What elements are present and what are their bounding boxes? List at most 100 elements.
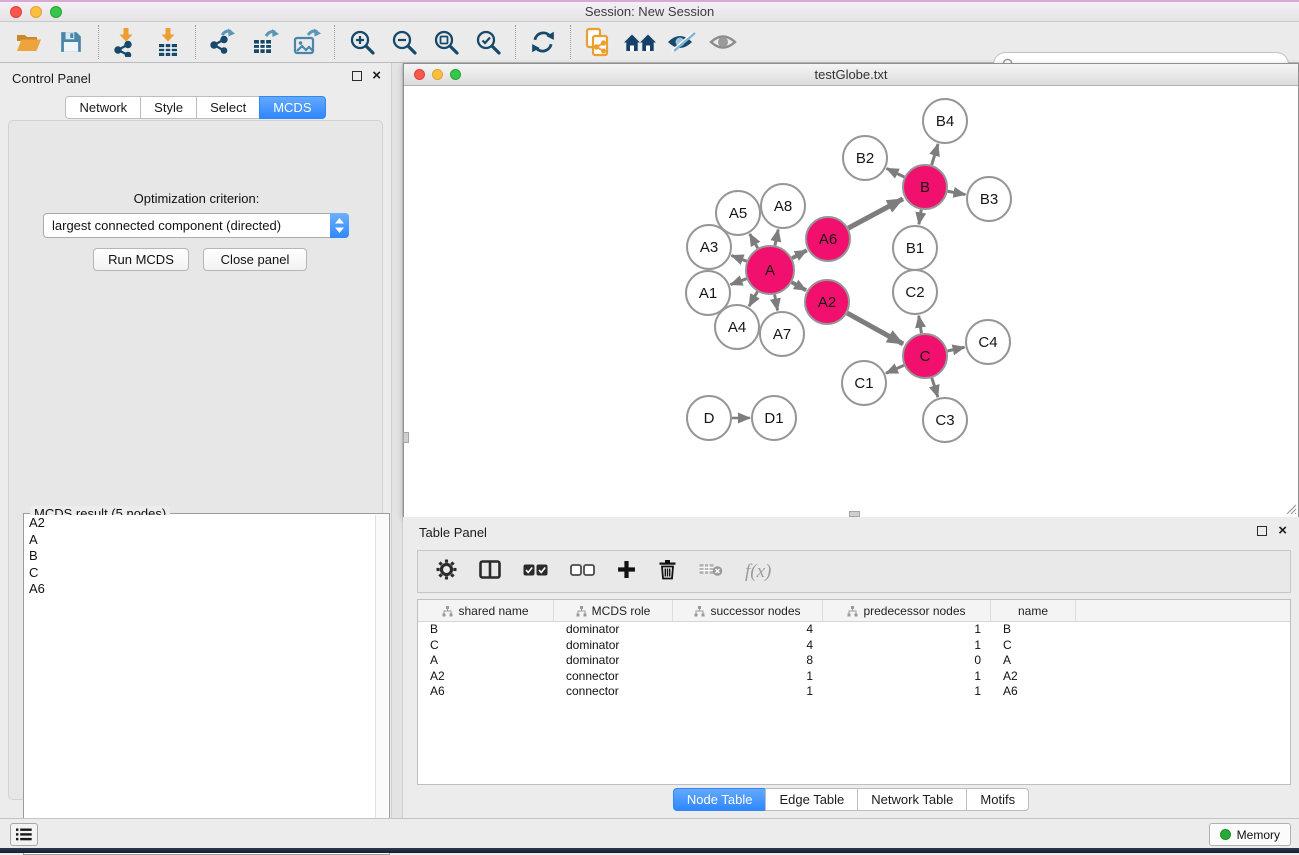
result-item[interactable]: B: [25, 548, 375, 565]
save-session-icon[interactable]: [50, 24, 92, 60]
result-item[interactable]: A: [25, 532, 375, 549]
graph-edge-A-A8[interactable]: [775, 230, 778, 246]
graph-node-A5[interactable]: A5: [716, 191, 760, 235]
table-row[interactable]: Bdominator41B: [418, 622, 1290, 638]
graph-node-A8[interactable]: A8: [761, 184, 805, 228]
network-vertical-scrollbar-thumb[interactable]: [403, 432, 409, 443]
select-all-icon[interactable]: [523, 563, 548, 581]
graph-node-D[interactable]: D: [687, 396, 731, 440]
tab-network[interactable]: Network: [65, 96, 141, 119]
graph-node-C2[interactable]: C2: [893, 270, 937, 314]
graph-edge-B-B2[interactable]: [887, 168, 905, 177]
import-table-icon[interactable]: [147, 24, 189, 60]
graph-edge-A-A3[interactable]: [731, 255, 746, 261]
memory-button[interactable]: Memory: [1209, 823, 1291, 846]
zoom-out-icon[interactable]: [383, 24, 425, 60]
result-item[interactable]: C: [25, 565, 375, 582]
network-minimize-button[interactable]: [432, 69, 443, 80]
zoom-fit-icon[interactable]: [425, 24, 467, 60]
tab-node-table[interactable]: Node Table: [673, 788, 767, 811]
float-panel-icon[interactable]: [352, 71, 362, 81]
table-row[interactable]: A2connector11A2: [418, 669, 1290, 685]
graph-node-A1[interactable]: A1: [686, 271, 730, 315]
column-header-predecessor-nodes[interactable]: predecessor nodes: [823, 600, 991, 622]
delete-column-icon[interactable]: [658, 559, 677, 585]
column-header-MCDS-role[interactable]: MCDS role: [554, 600, 673, 622]
network-close-button[interactable]: [414, 69, 425, 80]
tab-motifs[interactable]: Motifs: [966, 788, 1029, 811]
graph-edge-C-C2[interactable]: [919, 316, 922, 334]
graph-edge-A-A2[interactable]: [792, 282, 806, 290]
graph-edge-C-C1[interactable]: [886, 365, 904, 373]
graph-edge-B-B1[interactable]: [919, 210, 921, 225]
minimize-window-button[interactable]: [30, 6, 42, 18]
column-header-successor-nodes[interactable]: successor nodes: [673, 600, 823, 622]
graph-edge-C-C3[interactable]: [932, 378, 938, 397]
graph-node-A2[interactable]: A2: [805, 280, 849, 324]
tab-style[interactable]: Style: [140, 96, 197, 119]
network-zoom-button[interactable]: [450, 69, 461, 80]
clone-network-icon[interactable]: [577, 24, 619, 60]
close-table-panel-icon[interactable]: ×: [1278, 526, 1287, 536]
delete-table-icon[interactable]: [699, 562, 723, 582]
show-columns-icon[interactable]: [479, 560, 501, 584]
settings-gear-icon[interactable]: [436, 559, 457, 585]
add-column-icon[interactable]: [617, 560, 636, 584]
graph-node-A3[interactable]: A3: [687, 225, 731, 269]
window-resize-grip[interactable]: [1283, 501, 1297, 515]
criterion-select[interactable]: largest connected component (directed): [43, 213, 349, 238]
graph-node-B3[interactable]: B3: [967, 177, 1011, 221]
zoom-window-button[interactable]: [50, 6, 62, 18]
run-mcds-button[interactable]: Run MCDS: [93, 248, 189, 271]
column-header-name[interactable]: name: [991, 600, 1076, 622]
graph-edge-A2-C[interactable]: [847, 313, 903, 344]
task-history-button[interactable]: [10, 823, 38, 846]
tab-network-table[interactable]: Network Table: [857, 788, 967, 811]
deselect-all-icon[interactable]: [570, 563, 595, 581]
graph-edge-C-C4[interactable]: [947, 347, 964, 351]
graph-node-A4[interactable]: A4: [715, 305, 759, 349]
panel-splitter[interactable]: [391, 63, 403, 818]
graph-edge-A-A5[interactable]: [750, 234, 758, 248]
graph-edge-A-A6[interactable]: [792, 250, 807, 258]
result-list-scrollbar[interactable]: [375, 515, 388, 853]
graph-edge-A6-B[interactable]: [848, 199, 903, 228]
close-panel-icon[interactable]: ×: [372, 71, 381, 81]
graph-node-C3[interactable]: C3: [923, 398, 967, 442]
import-network-icon[interactable]: [105, 24, 147, 60]
graph-node-A[interactable]: A: [746, 246, 794, 294]
export-image-icon[interactable]: [286, 24, 328, 60]
graph-node-D1[interactable]: D1: [752, 396, 796, 440]
graph-edge-B-B3[interactable]: [948, 191, 966, 194]
export-network-icon[interactable]: [202, 24, 244, 60]
graph-node-B1[interactable]: B1: [893, 226, 937, 270]
table-row[interactable]: A6connector11A6: [418, 684, 1290, 700]
network-window-titlebar[interactable]: testGlobe.txt: [404, 64, 1298, 86]
column-header-shared-name[interactable]: shared name: [418, 600, 554, 622]
export-table-icon[interactable]: [244, 24, 286, 60]
graph-node-B2[interactable]: B2: [843, 136, 887, 180]
tab-select[interactable]: Select: [196, 96, 260, 119]
zoom-selected-icon[interactable]: [467, 24, 509, 60]
refresh-icon[interactable]: [522, 24, 564, 60]
graph-node-C[interactable]: C: [903, 334, 947, 378]
graph-edge-A-A7[interactable]: [775, 295, 778, 311]
zoom-in-icon[interactable]: [341, 24, 383, 60]
table-row[interactable]: Adominator80A: [418, 653, 1290, 669]
graph-node-B4[interactable]: B4: [923, 99, 967, 143]
graph-edge-A-A1[interactable]: [731, 279, 747, 285]
graph-node-C4[interactable]: C4: [966, 320, 1010, 364]
double-home-icon[interactable]: [619, 24, 661, 60]
function-builder-icon[interactable]: f(x): [745, 561, 771, 583]
network-canvas[interactable]: AA1A2A3A4A5A6A7A8BB1B2B3B4CC1C2C3C4DD1: [404, 86, 1298, 517]
graph-edge-A-A4[interactable]: [749, 292, 757, 307]
table-row[interactable]: Cdominator41C: [418, 638, 1290, 654]
result-item[interactable]: A6: [25, 581, 375, 598]
graph-node-B[interactable]: B: [903, 165, 947, 209]
graph-node-A7[interactable]: A7: [760, 312, 804, 356]
tab-mcds[interactable]: MCDS: [259, 96, 325, 119]
graph-node-A6[interactable]: A6: [806, 217, 850, 261]
tab-edge-table[interactable]: Edge Table: [765, 788, 858, 811]
close-window-button[interactable]: [10, 6, 22, 18]
eye-icon[interactable]: [703, 24, 745, 60]
